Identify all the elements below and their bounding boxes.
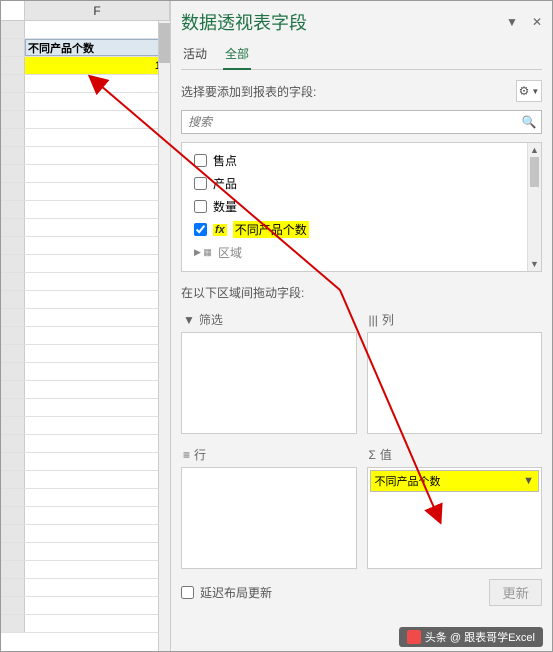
spreadsheet-area[interactable]: F 不同产品个数 12 xyxy=(1,1,171,651)
areas-prompt: 在以下区域间拖动字段: xyxy=(181,284,542,301)
fields-prompt: 选择要添加到报表的字段: xyxy=(181,83,316,100)
tab-active[interactable]: 活动 xyxy=(181,41,209,69)
column-header-f[interactable]: F xyxy=(25,1,170,20)
field-label: 产品 xyxy=(213,175,237,192)
watermark-icon xyxy=(407,630,421,644)
field-item[interactable]: 数量 xyxy=(186,195,523,218)
area-columns[interactable]: |||列 xyxy=(367,309,543,434)
expand-icon: ▶ ▦ xyxy=(194,247,212,258)
pivot-fields-pane: 数据透视表字段 ▼ ✕ 活动 全部 选择要添加到报表的字段: ⚙▼ 🔍 售点 xyxy=(171,1,552,651)
field-checkbox[interactable] xyxy=(194,223,207,236)
field-checkbox[interactable] xyxy=(194,154,207,167)
sigma-icon: Σ xyxy=(369,448,376,462)
field-checkbox[interactable] xyxy=(194,200,207,213)
field-label: 区域 xyxy=(218,244,242,261)
search-input[interactable] xyxy=(182,111,517,133)
columns-icon: ||| xyxy=(369,313,378,327)
search-box[interactable]: 🔍 xyxy=(181,110,542,134)
tab-all[interactable]: 全部 xyxy=(223,41,251,70)
fields-list: 售点 产品 数量 fx 不同产品个数 ▶ ▦ 区域 xyxy=(182,143,527,271)
filter-icon: ▼ xyxy=(183,313,195,327)
watermark: 头条 @ 跟表哥学Excel xyxy=(399,627,543,647)
area-values[interactable]: Σ值 不同产品个数 ▼ xyxy=(367,444,543,569)
field-checkbox[interactable] xyxy=(194,177,207,190)
defer-layout-checkbox[interactable]: 延迟布局更新 xyxy=(181,584,272,601)
select-all-corner[interactable] xyxy=(1,1,25,20)
pivot-value-cell[interactable]: 12 xyxy=(25,57,170,74)
value-field-label: 不同产品个数 xyxy=(375,473,441,489)
fx-icon: fx xyxy=(213,224,227,236)
dropdown-icon[interactable]: ▼ xyxy=(523,475,534,487)
gear-icon: ⚙ xyxy=(519,84,530,98)
rows-icon: ≡ xyxy=(183,448,190,462)
pivot-header-cell[interactable]: 不同产品个数 xyxy=(25,39,170,56)
sheet-scrollbar[interactable] xyxy=(158,21,170,651)
fields-scrollbar[interactable]: ▲ ▼ xyxy=(527,143,541,271)
field-item[interactable]: fx 不同产品个数 xyxy=(186,218,523,241)
area-filter[interactable]: ▼筛选 xyxy=(181,309,357,434)
field-item[interactable]: 产品 xyxy=(186,172,523,195)
search-icon[interactable]: 🔍 xyxy=(517,111,541,133)
field-label: 数量 xyxy=(213,198,237,215)
gear-button[interactable]: ⚙▼ xyxy=(516,80,542,102)
close-icon[interactable]: ✕ xyxy=(532,15,542,29)
field-group-more[interactable]: ▶ ▦ 区域 xyxy=(186,241,523,264)
update-button[interactable]: 更新 xyxy=(489,579,542,606)
field-label: 售点 xyxy=(213,152,237,169)
value-field-pill[interactable]: 不同产品个数 ▼ xyxy=(370,470,540,492)
field-item[interactable]: 售点 xyxy=(186,149,523,172)
chevron-down-icon[interactable]: ▼ xyxy=(506,15,518,29)
area-rows[interactable]: ≡行 xyxy=(181,444,357,569)
pane-title: 数据透视表字段 xyxy=(181,9,307,35)
field-label: 不同产品个数 xyxy=(233,221,309,238)
